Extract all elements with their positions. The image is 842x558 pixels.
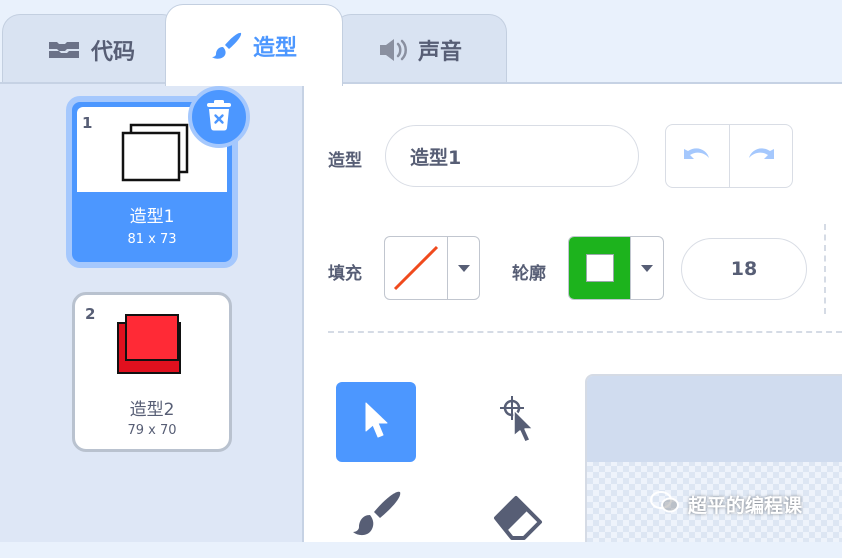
- costume-name-label: 造型: [328, 151, 362, 171]
- wechat-icon: [650, 490, 680, 519]
- costume-number: 1: [82, 114, 93, 132]
- watermark-text: 超平的编程课: [688, 495, 803, 517]
- costume-name: 造型2: [129, 400, 175, 420]
- eraser-tool[interactable]: [478, 478, 558, 558]
- costume-thumbnail: [117, 314, 181, 374]
- costume-size: 81 x 73: [127, 232, 177, 247]
- toolbar-divider: [824, 224, 826, 314]
- outline-color-picker[interactable]: [568, 236, 664, 300]
- costume-item-2[interactable]: 2 造型2 79 x 70: [72, 292, 232, 452]
- arrow-pointer-icon: [360, 400, 392, 444]
- section-divider: [328, 331, 842, 333]
- delete-costume-button[interactable]: [188, 86, 250, 148]
- trash-icon: [205, 99, 233, 135]
- eraser-icon: [490, 488, 546, 548]
- tab-code-label: 代码: [90, 39, 135, 65]
- costume-size: 79 x 70: [127, 423, 177, 438]
- redo-button[interactable]: [730, 125, 793, 187]
- reshape-tool[interactable]: [478, 382, 558, 462]
- code-blocks-icon: [47, 39, 81, 61]
- undo-icon: [680, 143, 714, 169]
- costume-name-input[interactable]: [385, 125, 639, 187]
- fill-swatch: [385, 237, 447, 299]
- chevron-down-icon: [630, 237, 663, 299]
- outline-label: 轮廓: [512, 264, 546, 284]
- tab-sounds[interactable]: 声音: [333, 14, 507, 84]
- undo-redo-group: [665, 124, 793, 188]
- chevron-down-icon: [447, 237, 479, 299]
- brush-tool[interactable]: [336, 478, 416, 558]
- undo-button[interactable]: [666, 125, 729, 187]
- costume-name: 造型1: [129, 207, 175, 227]
- outline-width-input[interactable]: [681, 238, 807, 300]
- tab-costumes[interactable]: 造型: [165, 4, 343, 86]
- tab-sounds-label: 声音: [417, 39, 462, 65]
- select-tool[interactable]: [336, 382, 416, 462]
- tab-costumes-label: 造型: [252, 35, 297, 61]
- tab-bar: 代码 造型 声音: [0, 0, 842, 86]
- tab-divider: [0, 82, 842, 84]
- redo-icon: [744, 143, 778, 169]
- speaker-icon: [378, 37, 408, 63]
- reshape-pointer-icon: [494, 394, 542, 450]
- fill-label: 填充: [328, 264, 362, 284]
- brush-icon: [348, 488, 404, 548]
- outline-swatch: [569, 237, 631, 299]
- fill-color-picker[interactable]: [384, 236, 480, 300]
- paintbrush-icon: [211, 31, 243, 61]
- tab-code[interactable]: 代码: [2, 14, 180, 84]
- watermark: 超平的编程课: [650, 490, 802, 519]
